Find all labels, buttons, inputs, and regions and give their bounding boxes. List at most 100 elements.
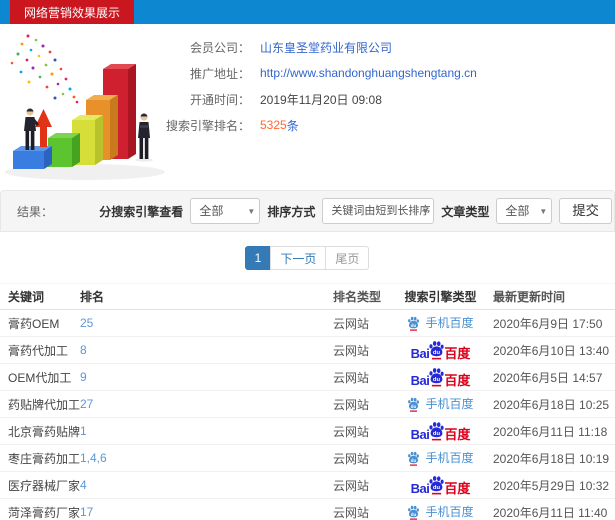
- company-label: 会员公司：: [189, 40, 250, 55]
- rank-link[interactable]: 25: [80, 316, 93, 330]
- header-rank: 排名: [80, 290, 105, 304]
- company-row: 会员公司： 山东皇圣堂药业有限公司: [150, 34, 477, 60]
- sort-select[interactable]: 关键词由短到长排序 ▼: [322, 198, 435, 224]
- table-body: 膏药OEM 25 云网站 du 手机百度 2020年6月9日 17:50 膏药代…: [0, 310, 615, 520]
- opened-time-label: 开通时间：: [189, 92, 250, 107]
- svg-text:du: du: [433, 485, 441, 491]
- mobile-baidu-text: 手机百度: [425, 316, 474, 330]
- rank-link[interactable]: 9: [80, 370, 87, 384]
- updated-cell: 2020年6月18日 10:19: [493, 451, 610, 466]
- page-title: 网络营销效果展示: [24, 5, 121, 20]
- table-row: 医疗器械厂家 4 云网站 Bai du 百度 2020年5月29日 10:32: [0, 472, 615, 499]
- article-type-selected: 全部: [505, 204, 530, 218]
- businessman-left: [24, 108, 39, 150]
- baidu-cn-text: 百度: [444, 481, 471, 496]
- baidu-pc-logo: Bai du 百度: [410, 340, 471, 361]
- baidu-paw-icon: du: [408, 397, 420, 412]
- engine-rank-unit: 条: [286, 118, 299, 133]
- filter-controls: 分搜索引擎查看 全部 ▼ 排序方式 关键词由短到长排序 ▼ 文章类型 全部 ▼ …: [99, 198, 612, 224]
- company-link[interactable]: 山东皇圣堂药业有限公司: [260, 39, 392, 56]
- engine-cell: Bai du 百度: [392, 340, 489, 360]
- updated-cell: 2020年6月18日 10:25: [493, 397, 610, 412]
- results-table: 关键词 排名 排名类型 搜索引擎类型 最新更新时间 膏药OEM 25 云网站 d…: [0, 283, 615, 520]
- engine-rank-row: 搜索引擎排名： 5325 条: [150, 112, 477, 138]
- table-row: 膏药OEM 25 云网站 du 手机百度 2020年6月9日 17:50: [0, 310, 615, 337]
- header-keyword: 关键词: [8, 290, 45, 304]
- chevron-down-icon: ▼: [539, 207, 548, 216]
- baidu-paw-icon: du: [408, 505, 420, 520]
- header-updated: 最新更新时间: [493, 290, 566, 304]
- article-type-label: 文章类型: [441, 204, 490, 219]
- tab-marketing-effect[interactable]: 网络营销效果展示: [10, 0, 135, 24]
- engine-view-label: 分搜索引擎查看: [99, 204, 184, 219]
- baidu-cn-text: 百度: [444, 346, 471, 361]
- sort-selected: 关键词由短到长排序: [331, 205, 431, 217]
- baidu-paw-icon: du: [429, 368, 444, 387]
- baidu-paw-icon: du: [408, 316, 420, 331]
- engine-cell: Bai du 百度: [392, 421, 489, 441]
- engine-rank-count: 5325: [260, 118, 287, 132]
- baidu-paw-icon: du: [429, 341, 444, 360]
- baidu-cn-text: 百度: [444, 373, 471, 388]
- rank-type-cell: 云网站: [333, 424, 370, 439]
- updated-cell: 2020年6月5日 14:57: [493, 370, 603, 385]
- table-row: 菏泽膏药厂家 17 云网站 du 手机百度 2020年6月11日 11:40: [0, 499, 615, 520]
- table-row: 药贴牌代加工 27 云网站 du 手机百度 2020年6月18日 10:25: [0, 391, 615, 418]
- engine-cell: Bai du 百度: [392, 475, 489, 495]
- baidu-pc-logo: Bai du 百度: [411, 421, 471, 442]
- rank-type-cell: 云网站: [333, 451, 370, 466]
- baidu-paw-icon: du: [429, 476, 444, 495]
- keyword-cell: 膏药OEM: [8, 316, 60, 331]
- page-1-button[interactable]: 1: [244, 246, 272, 270]
- mobile-baidu-text: 手机百度: [425, 451, 474, 465]
- submit-button[interactable]: 提交: [559, 198, 612, 224]
- engine-view-select[interactable]: 全部 ▼: [190, 198, 261, 224]
- table-row: OEM代加工 9 云网站 Bai du 百度 2020年6月5日 14:57: [0, 364, 615, 391]
- keyword-cell: 菏泽膏药厂家: [8, 505, 80, 520]
- mobile-baidu-text: 手机百度: [425, 397, 474, 411]
- rank-link[interactable]: 8: [80, 343, 87, 357]
- chevron-down-icon: ▼: [247, 207, 256, 216]
- rank-link[interactable]: 1,4,6: [80, 451, 107, 465]
- updated-cell: 2020年6月9日 17:50: [493, 316, 603, 331]
- svg-text:du: du: [411, 403, 417, 408]
- article-type-select[interactable]: 全部 ▼: [496, 198, 553, 224]
- rank-link[interactable]: 17: [80, 505, 93, 519]
- page: 网络营销效果展示 会员公司： 山东皇圣堂药业有限公司 推广地址： http://…: [0, 0, 615, 520]
- keyword-cell: OEM代加工: [8, 370, 72, 385]
- last-page-button[interactable]: 尾页: [325, 246, 370, 270]
- next-page-button[interactable]: 下一页: [270, 246, 327, 270]
- svg-text:du: du: [411, 511, 417, 516]
- baidu-bai-text: Bai: [410, 346, 430, 361]
- header-rank-type: 排名类型: [333, 290, 382, 304]
- rank-link[interactable]: 27: [80, 397, 93, 411]
- svg-text:du: du: [433, 377, 441, 383]
- table-row: 膏药代加工 8 云网站 Bai du 百度 2020年6月10日 13:40: [0, 337, 615, 364]
- keyword-cell: 药贴牌代加工: [8, 397, 80, 412]
- rank-type-cell: 云网站: [333, 316, 370, 331]
- baidu-cn-text: 百度: [444, 427, 471, 442]
- promo-url-link[interactable]: http://www.shandonghuangshengtang.cn: [260, 66, 477, 80]
- chevron-down-icon: ▼: [421, 207, 430, 216]
- engine-view-selected: 全部: [199, 204, 224, 218]
- promo-url-row: 推广地址： http://www.shandonghuangshengtang.…: [150, 60, 477, 86]
- keyword-cell: 医疗器械厂家: [8, 478, 80, 493]
- updated-cell: 2020年6月10日 13:40: [493, 343, 610, 358]
- pagination: 1 下一页 尾页: [0, 246, 615, 270]
- baidu-mobile-logo: du 手机百度: [407, 397, 474, 412]
- rank-link[interactable]: 4: [80, 478, 87, 492]
- opened-time-row: 开通时间： 2019年11月20日 09:08: [150, 86, 477, 112]
- table-row: 北京膏药贴牌 1 云网站 Bai du 百度 2020年6月11日 11:18: [0, 418, 615, 445]
- svg-text:du: du: [433, 431, 441, 437]
- rank-link[interactable]: 1: [80, 424, 87, 438]
- engine-cell: du 手机百度: [392, 316, 489, 331]
- rank-type-cell: 云网站: [333, 505, 370, 520]
- updated-cell: 2020年5月29日 10:32: [493, 478, 610, 493]
- result-label: 结果：: [17, 204, 54, 219]
- engine-cell: du 手机百度: [392, 505, 489, 520]
- table-header-row: 关键词 排名 排名类型 搜索引擎类型 最新更新时间: [0, 283, 615, 310]
- keyword-cell: 枣庄膏药加工: [8, 451, 80, 466]
- engine-cell: Bai du 百度: [392, 367, 489, 387]
- engine-rank-label: 搜索引擎排名：: [165, 118, 250, 133]
- opened-time-value: 2019年11月20日 09:08: [260, 92, 382, 107]
